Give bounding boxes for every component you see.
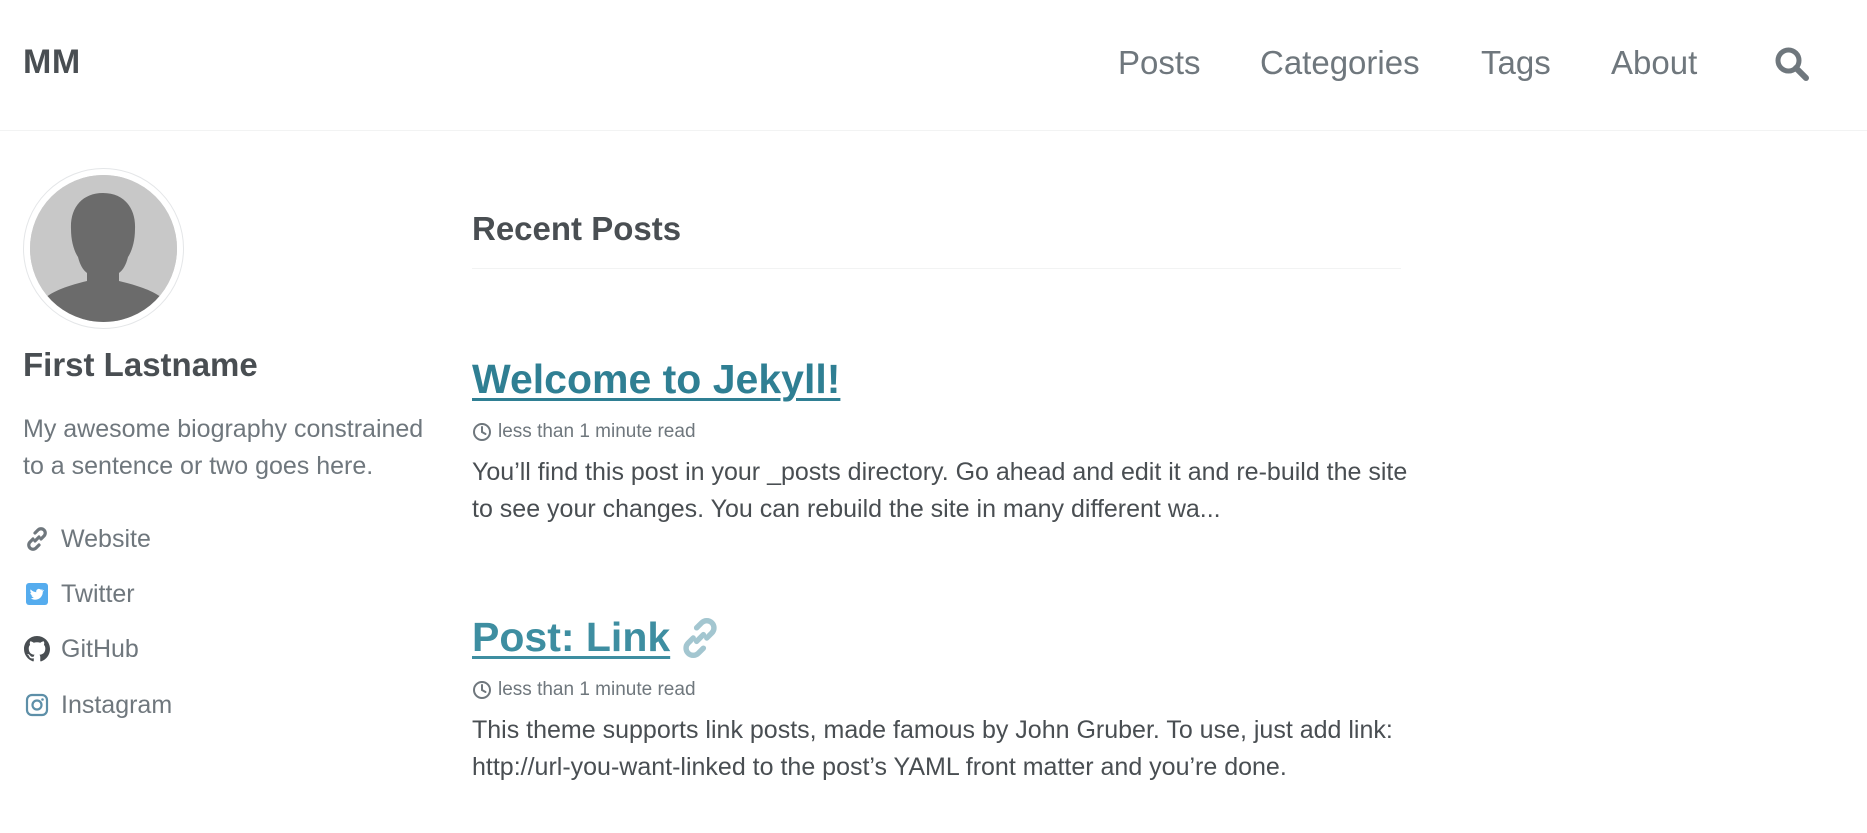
author-link-label: Instagram [61, 690, 173, 719]
read-time-text: less than 1 minute read [498, 421, 696, 442]
read-time-text: less than 1 minute read [498, 679, 696, 700]
link-icon [23, 525, 51, 553]
clock-icon [472, 422, 492, 442]
github-icon [23, 635, 51, 663]
site-title[interactable]: MM [23, 43, 81, 82]
avatar [23, 168, 184, 329]
clock-icon [472, 680, 492, 700]
post-excerpt: You’ll find this post in your _posts dir… [472, 458, 1408, 523]
search-icon[interactable] [1774, 46, 1814, 86]
avatar-placeholder-icon [30, 175, 177, 322]
author-link-label: GitHub [61, 634, 139, 663]
author-name: First Lastname [23, 346, 258, 383]
nav-about[interactable]: About [1611, 44, 1697, 82]
read-time: less than 1 minute read [472, 420, 696, 444]
author-link-instagram[interactable]: Instagram [23, 689, 172, 721]
nav-categories[interactable]: Categories [1260, 44, 1420, 82]
post-title-link[interactable]: Post: Link [472, 614, 722, 661]
nav-posts[interactable]: Posts [1118, 44, 1201, 82]
author-link-twitter[interactable]: Twitter [23, 578, 135, 610]
author-bio: My awesome biography constrained to a se… [23, 415, 424, 480]
section-divider [472, 268, 1401, 269]
post-title-link[interactable]: Welcome to Jekyll! [472, 356, 840, 403]
author-link-github[interactable]: GitHub [23, 633, 139, 665]
author-link-label: Website [61, 524, 151, 553]
masthead: MM Posts Categories Tags About [0, 0, 1867, 131]
read-time: less than 1 minute read [472, 678, 696, 702]
twitter-icon [23, 580, 51, 608]
post-title-text: Welcome to Jekyll! [472, 356, 841, 402]
author-link-label: Twitter [61, 579, 135, 608]
link-icon[interactable] [678, 616, 722, 660]
nav-tags[interactable]: Tags [1481, 44, 1551, 82]
instagram-icon [23, 691, 51, 719]
section-title: Recent Posts [472, 210, 682, 247]
post-excerpt: This theme supports link posts, made fam… [472, 716, 1393, 781]
post-title-text: Post: Link [472, 614, 671, 660]
author-link-website[interactable]: Website [23, 523, 151, 555]
